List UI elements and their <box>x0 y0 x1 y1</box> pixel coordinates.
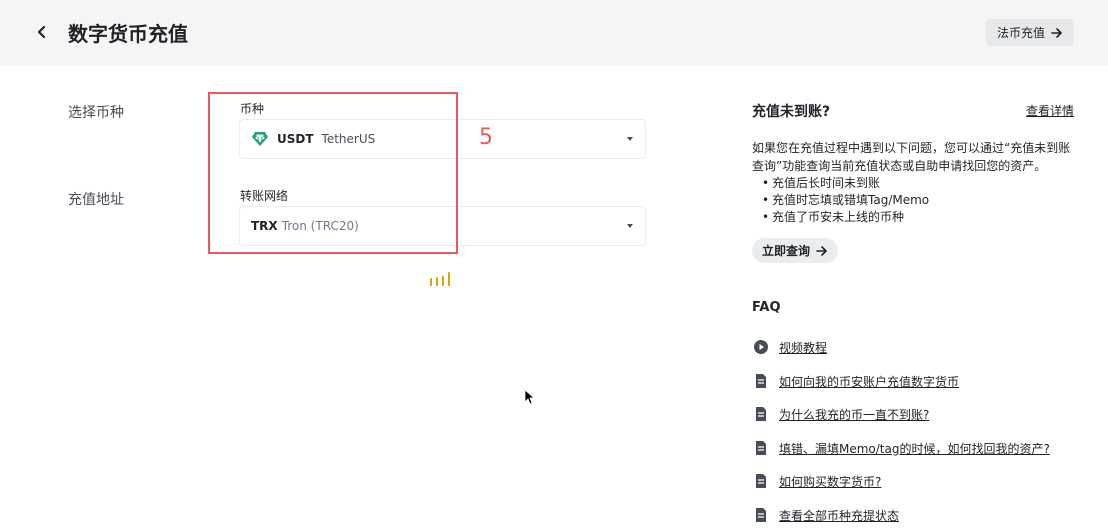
chevron-left-icon <box>37 25 46 39</box>
view-details-link[interactable]: 查看详情 <box>1026 102 1074 119</box>
faq-item-memo-tag-recovery[interactable]: 填错、漏填Memo/tag的时候，如何找回我的资产? <box>754 439 1050 457</box>
play-icon <box>754 340 768 354</box>
annotation-highlight-box <box>208 92 458 254</box>
document-icon <box>754 374 768 388</box>
deposit-address-label: 充值地址 <box>68 192 124 208</box>
annotation-number: 5 <box>479 125 493 150</box>
sidebar-title: 充值未到账? <box>752 104 831 120</box>
document-icon <box>754 474 768 488</box>
faq-item-label: 为什么我充的币一直不到账? <box>779 407 930 422</box>
mouse-cursor-icon <box>524 389 536 409</box>
list-item: 充值了币安未上线的币种 <box>762 209 929 226</box>
faq-item-label: 如何购买数字货币? <box>779 474 882 489</box>
fiat-deposit-label: 法币充值 <box>996 26 1045 40</box>
faq-item-how-to-deposit[interactable]: 如何向我的币安账户充值数字货币 <box>754 372 959 390</box>
issue-list: 充值后长时间未到账 充值时忘填或错填Tag/Memo 充值了币安未上线的币种 <box>762 175 929 226</box>
arrow-right-icon <box>1051 27 1062 38</box>
dropdown-caret-icon <box>627 137 633 141</box>
fiat-deposit-button[interactable]: 法币充值 <box>986 19 1074 46</box>
faq-item-not-arrived[interactable]: 为什么我充的币一直不到账? <box>754 405 929 423</box>
document-icon <box>754 508 768 522</box>
arrow-right-icon <box>816 245 827 256</box>
document-icon <box>754 407 768 421</box>
list-item: 充值后长时间未到账 <box>762 175 929 192</box>
faq-title: FAQ <box>752 300 781 315</box>
page-header: 数字货币充值 法币充值 <box>0 0 1108 66</box>
faq-item-label: 如何向我的币安账户充值数字货币 <box>779 374 960 389</box>
faq-item-all-coin-status[interactable]: 查看全部币种充提状态 <box>754 506 899 524</box>
select-coin-label: 选择币种 <box>68 105 124 121</box>
query-now-label: 立即查询 <box>761 244 810 258</box>
sidebar-description: 如果您在充值过程中遇到以下问题，您可以通过“充值未到账查询”功能查询当前充值状态… <box>752 141 1071 173</box>
document-icon <box>754 441 768 455</box>
list-item: 充值时忘填或错填Tag/Memo <box>762 192 929 209</box>
loading-indicator <box>430 272 450 286</box>
faq-item-label: 视频教程 <box>779 340 828 355</box>
faq-item-label: 查看全部币种充提状态 <box>779 508 900 523</box>
faq-item-how-to-buy[interactable]: 如何购买数字货币? <box>754 472 881 490</box>
faq-item-video-tutorial[interactable]: 视频教程 <box>754 338 827 356</box>
faq-item-label: 填错、漏填Memo/tag的时候，如何找回我的资产? <box>779 441 1050 456</box>
page-title: 数字货币充值 <box>68 22 188 46</box>
query-now-button[interactable]: 立即查询 <box>752 238 838 263</box>
back-button[interactable] <box>30 20 54 44</box>
dropdown-caret-icon <box>627 224 633 228</box>
